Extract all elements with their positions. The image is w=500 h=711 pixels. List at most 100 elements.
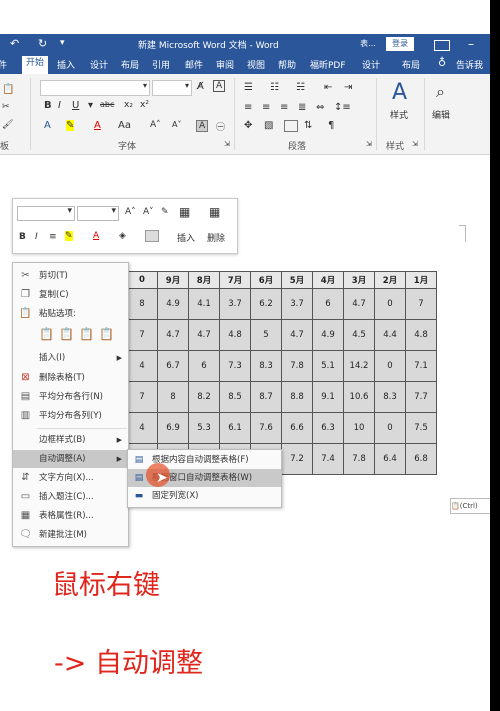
distribute-icon[interactable]: ⇔ xyxy=(316,102,324,113)
table-header-cell[interactable]: 6月 xyxy=(250,271,282,289)
table-cell[interactable]: 0 xyxy=(374,350,406,382)
table-cell[interactable]: 6.2 xyxy=(250,288,282,320)
data-table[interactable]: 0 9月 8月 7月 6月 5月 4月 3月 2月 1月 8 4.9 4.1 3.7 6… xyxy=(126,271,437,475)
table-header-cell[interactable]: 8月 xyxy=(188,271,220,289)
table-cell[interactable]: 4.7 xyxy=(157,319,189,351)
mini-bold-icon[interactable]: B xyxy=(19,232,26,242)
table-cell[interactable]: 6.4 xyxy=(374,443,406,475)
tab-design[interactable]: 设计 xyxy=(90,58,108,71)
menu-item-copy[interactable]: ❐ 复制(C) xyxy=(13,286,128,304)
table-cell[interactable]: 4.7 xyxy=(188,319,220,351)
table-cell[interactable]: 7.8 xyxy=(343,443,375,475)
tab-table-layout[interactable]: 布局 xyxy=(402,58,420,71)
table-cell[interactable]: 8.2 xyxy=(188,381,220,413)
tab-mailings[interactable]: 邮件 xyxy=(185,58,203,71)
table-cell[interactable]: 7.2 xyxy=(281,443,313,475)
table-cell[interactable]: 5 xyxy=(250,319,282,351)
login-button[interactable]: 登录 xyxy=(386,37,414,51)
table-cell[interactable]: 4.9 xyxy=(312,319,344,351)
numbering-icon[interactable]: ☷ xyxy=(270,82,279,93)
mini-highlight-icon[interactable]: ✎ xyxy=(65,231,73,241)
styles-button-label[interactable]: 样式 xyxy=(390,108,408,121)
table-cell[interactable]: 8.3 xyxy=(374,381,406,413)
table-cell[interactable]: 8.7 xyxy=(250,381,282,413)
paragraph-dialog-launcher-icon[interactable]: ⇲ xyxy=(366,140,372,148)
text-effects-icon[interactable]: A xyxy=(44,120,51,131)
tab-foxit-pdf[interactable]: 福昕PDF xyxy=(310,58,346,71)
change-case-icon[interactable]: Aa xyxy=(118,120,131,131)
table-cell[interactable]: 7.4 xyxy=(312,443,344,475)
subscript-icon[interactable]: x₂ xyxy=(124,100,133,110)
paste-nest-table-icon[interactable]: 📋 xyxy=(59,327,74,341)
table-cell[interactable]: 7 xyxy=(126,381,158,413)
tab-layout[interactable]: 布局 xyxy=(121,58,139,71)
borders-icon[interactable] xyxy=(284,120,298,132)
cut-icon[interactable]: ✂ xyxy=(2,102,10,112)
table-cell[interactable]: 5.3 xyxy=(188,412,220,444)
superscript-icon[interactable]: x² xyxy=(140,100,149,110)
multilevel-list-icon[interactable]: ☵ xyxy=(296,82,305,93)
table-cell[interactable]: 7 xyxy=(405,288,437,320)
character-border-icon[interactable]: A xyxy=(213,80,226,92)
paste-text-only-icon[interactable]: 📋 xyxy=(99,327,114,341)
table-header-cell[interactable]: 4月 xyxy=(312,271,344,289)
tab-table-design[interactable]: 设计 xyxy=(362,58,380,71)
mini-shrink-font-icon[interactable]: A˅ xyxy=(143,207,154,217)
font-name-dropdown[interactable]: ▾ xyxy=(40,80,150,96)
table-cell[interactable]: 4.8 xyxy=(219,319,251,351)
find-icon[interactable]: ⌕ xyxy=(436,82,445,102)
underline-icon[interactable]: U xyxy=(72,100,79,111)
format-painter-icon[interactable]: 🖌 xyxy=(2,120,13,130)
mini-font-size-dropdown[interactable]: ▾ xyxy=(77,206,119,221)
table-cell[interactable]: 9.1 xyxy=(312,381,344,413)
tab-help[interactable]: 帮助 xyxy=(278,58,296,71)
phonetic-guide-icon[interactable]: ㊀ xyxy=(216,120,225,133)
increase-indent-icon[interactable]: ⇥ xyxy=(344,82,352,93)
table-header-cell[interactable]: 1月 xyxy=(405,271,437,289)
show-marks-icon[interactable]: ¶ xyxy=(328,120,334,131)
customize-quick-access-icon[interactable]: ▾ xyxy=(60,38,65,48)
menu-item-distribute-columns[interactable]: ▥ 平均分布各列(Y) xyxy=(13,407,128,425)
table-cell[interactable]: 7.8 xyxy=(281,350,313,382)
editing-button-label[interactable]: 编辑 xyxy=(432,108,450,121)
table-cell[interactable]: 6.1 xyxy=(219,412,251,444)
table-cell[interactable]: 6.3 xyxy=(312,412,344,444)
table-cell[interactable]: 4.9 xyxy=(157,288,189,320)
table-cell[interactable]: 0 xyxy=(374,412,406,444)
mini-font-color-icon[interactable]: A xyxy=(93,231,99,241)
table-cell[interactable]: 6.6 xyxy=(281,412,313,444)
font-dialog-launcher-icon[interactable]: ⇲ xyxy=(224,140,230,148)
menu-item-text-direction[interactable]: ⇵ 文字方向(X)... xyxy=(13,469,128,487)
chinese-layout-icon[interactable]: ✥ xyxy=(244,120,252,131)
tab-insert[interactable]: 插入 xyxy=(57,58,75,71)
paste-icon[interactable]: 📋 xyxy=(2,84,14,95)
table-cell[interactable]: 7 xyxy=(126,319,158,351)
ribbon-display-icon[interactable] xyxy=(434,40,450,51)
tab-file[interactable]: 件 xyxy=(0,58,7,71)
table-cell[interactable]: 4.8 xyxy=(405,319,437,351)
table-cell[interactable]: 6 xyxy=(188,350,220,382)
table-header-cell[interactable]: 3月 xyxy=(343,271,375,289)
table-cell[interactable]: 4 xyxy=(126,350,158,382)
menu-item-insert[interactable]: 插入(I) ▶ xyxy=(13,349,128,367)
table-header-cell[interactable]: 0 xyxy=(126,271,158,289)
mini-delete-table-icon[interactable]: ▦ xyxy=(209,205,220,219)
table-header-cell[interactable]: 9月 xyxy=(157,271,189,289)
bullets-icon[interactable]: ☰ xyxy=(244,82,253,93)
styles-gallery-icon[interactable]: A xyxy=(392,80,407,105)
table-cell[interactable]: 8 xyxy=(157,381,189,413)
styles-dialog-launcher-icon[interactable]: ⇲ xyxy=(412,140,418,148)
font-size-dropdown[interactable]: ▾ xyxy=(152,80,192,96)
table-cell[interactable]: 7.1 xyxy=(405,350,437,382)
mini-align-icon[interactable]: ≡ xyxy=(49,232,57,242)
strikethrough-icon[interactable]: abc xyxy=(100,100,114,109)
mini-insert-button[interactable]: 插入 xyxy=(177,231,195,244)
tab-review[interactable]: 审阅 xyxy=(216,58,234,71)
menu-item-new-comment[interactable]: 🗨 新建批注(M) xyxy=(13,526,128,544)
table-cell[interactable]: 4.7 xyxy=(343,288,375,320)
menu-item-cut[interactable]: ✂ 剪切(T) xyxy=(13,267,128,285)
table-cell[interactable]: 6.7 xyxy=(157,350,189,382)
underline-dropdown-icon[interactable]: ▾ xyxy=(88,100,93,111)
minimize-icon[interactable]: – xyxy=(464,37,478,51)
table-header-cell[interactable]: 7月 xyxy=(219,271,251,289)
